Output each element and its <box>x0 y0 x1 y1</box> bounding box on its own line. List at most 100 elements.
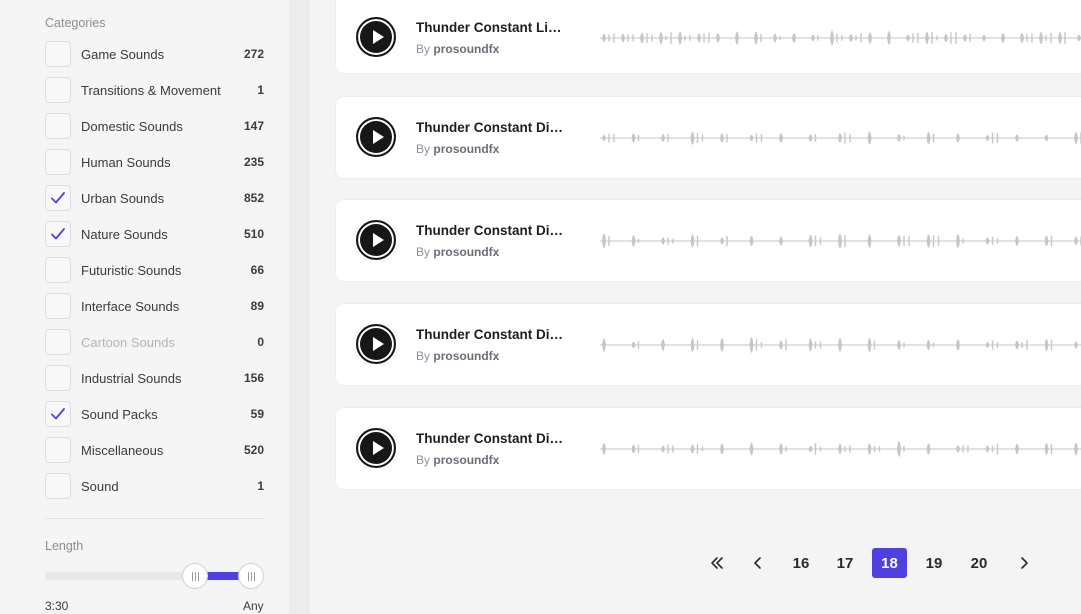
category-label: Human Sounds <box>81 154 171 170</box>
track-title[interactable]: Thunder Constant Distant <box>416 120 568 135</box>
prev-page-button[interactable] <box>744 548 772 578</box>
category-count: 147 <box>243 119 264 133</box>
track-author-line: By prosoundfx <box>416 245 499 259</box>
chevron-left-icon <box>754 557 761 569</box>
page-button[interactable]: 17 <box>828 548 862 578</box>
category-label: Sound <box>81 478 119 494</box>
author-link[interactable]: prosoundfx <box>433 245 499 259</box>
category-count: 1 <box>257 479 264 493</box>
track-card[interactable]: Thunder Constant Distant By prosoundfx <box>336 304 1081 385</box>
length-slider-max-handle[interactable] <box>238 563 264 589</box>
length-slider-min-handle[interactable] <box>182 563 208 589</box>
category-count: 520 <box>243 443 264 457</box>
play-icon <box>372 233 384 247</box>
length-min-value: 3:30 <box>45 599 69 613</box>
play-button[interactable] <box>356 324 396 364</box>
category-row[interactable]: Domestic Sounds 147 <box>45 113 264 139</box>
next-page-button[interactable] <box>1010 548 1038 578</box>
category-label: Nature Sounds <box>81 226 168 242</box>
category-checkbox[interactable] <box>45 293 71 319</box>
track-title[interactable]: Thunder Constant Lightning <box>416 20 568 35</box>
category-label: Interface Sounds <box>81 298 180 314</box>
page-button-current[interactable]: 18 <box>872 548 907 578</box>
grip-icon <box>191 571 199 581</box>
category-count: 1 <box>257 83 264 97</box>
play-button[interactable] <box>356 17 396 57</box>
author-link[interactable]: prosoundfx <box>433 349 499 363</box>
grip-icon <box>247 571 255 581</box>
category-row[interactable]: Sound Packs 59 <box>45 401 264 427</box>
category-row[interactable]: Transitions & Movement 1 <box>45 77 264 103</box>
category-label: Urban Sounds <box>81 190 165 206</box>
category-checkbox[interactable] <box>45 113 71 139</box>
author-link[interactable]: prosoundfx <box>433 142 499 156</box>
category-checkbox[interactable] <box>45 41 71 67</box>
category-row[interactable]: Interface Sounds 89 <box>45 293 264 319</box>
track-card[interactable]: Thunder Constant Distant By prosoundfx <box>336 408 1081 489</box>
page-button[interactable]: 16 <box>784 548 818 578</box>
category-row[interactable]: Urban Sounds 852 <box>45 185 264 211</box>
category-row[interactable]: Futuristic Sounds 66 <box>45 257 264 283</box>
section-divider <box>45 518 264 519</box>
chevron-right-icon <box>1021 557 1028 569</box>
category-checkbox[interactable] <box>45 437 71 463</box>
play-button[interactable] <box>356 428 396 468</box>
track-title[interactable]: Thunder Constant Distant <box>416 327 568 342</box>
first-page-button[interactable] <box>702 548 732 578</box>
track-title[interactable]: Thunder Constant Distant <box>416 431 568 446</box>
waveform[interactable] <box>600 112 1081 164</box>
category-checkbox[interactable] <box>45 221 71 247</box>
sidebar-gutter <box>289 0 310 614</box>
category-row[interactable]: Game Sounds 272 <box>45 41 264 67</box>
play-icon <box>372 441 384 455</box>
category-row[interactable]: Sound 1 <box>45 473 264 499</box>
category-count: 510 <box>243 227 264 241</box>
track-card[interactable]: Thunder Constant Distant By prosoundfx <box>336 97 1081 178</box>
category-row[interactable]: Miscellaneous 520 <box>45 437 264 463</box>
play-button[interactable] <box>356 117 396 157</box>
category-count: 66 <box>250 263 264 277</box>
category-label: Sound Packs <box>81 406 158 422</box>
play-icon <box>372 130 384 144</box>
length-heading: Length <box>45 539 84 553</box>
category-row[interactable]: Human Sounds 235 <box>45 149 264 175</box>
play-button[interactable] <box>356 220 396 260</box>
category-checkbox[interactable] <box>45 473 71 499</box>
category-row: Cartoon Sounds 0 <box>45 329 264 355</box>
category-label: Domestic Sounds <box>81 118 183 134</box>
track-title[interactable]: Thunder Constant Distant <box>416 223 568 238</box>
category-label: Game Sounds <box>81 46 165 62</box>
page-button[interactable]: 19 <box>917 548 951 578</box>
category-checkbox <box>45 329 71 355</box>
category-row[interactable]: Nature Sounds 510 <box>45 221 264 247</box>
category-checkbox[interactable] <box>45 401 71 427</box>
checkmark-icon <box>51 228 65 240</box>
waveform[interactable] <box>600 319 1081 371</box>
waveform[interactable] <box>600 215 1081 267</box>
track-card[interactable]: Thunder Constant Distant By prosoundfx <box>336 200 1081 281</box>
category-checkbox[interactable] <box>45 149 71 175</box>
waveform[interactable] <box>600 423 1081 475</box>
by-prefix: By <box>416 349 431 363</box>
category-checkbox[interactable] <box>45 185 71 211</box>
category-count: 235 <box>243 155 264 169</box>
author-link[interactable]: prosoundfx <box>433 42 499 56</box>
page-button[interactable]: 20 <box>962 548 996 578</box>
category-checkbox[interactable] <box>45 365 71 391</box>
length-max-value: Any <box>243 599 264 613</box>
checkmark-icon <box>51 192 65 204</box>
category-checkbox[interactable] <box>45 77 71 103</box>
track-author-line: By prosoundfx <box>416 42 499 56</box>
category-row[interactable]: Industrial Sounds 156 <box>45 365 264 391</box>
by-prefix: By <box>416 42 431 56</box>
play-icon <box>372 30 384 44</box>
filter-sidebar: Categories Game Sounds 272 Transitions & M… <box>0 0 289 614</box>
category-count: 89 <box>250 299 264 313</box>
category-count: 156 <box>243 371 264 385</box>
categories-heading: Categories <box>45 16 106 30</box>
track-author-line: By prosoundfx <box>416 142 499 156</box>
author-link[interactable]: prosoundfx <box>433 453 499 467</box>
track-card[interactable]: Thunder Constant Lightning By prosoundfx <box>336 0 1081 73</box>
waveform[interactable] <box>600 12 1081 64</box>
category-checkbox[interactable] <box>45 257 71 283</box>
